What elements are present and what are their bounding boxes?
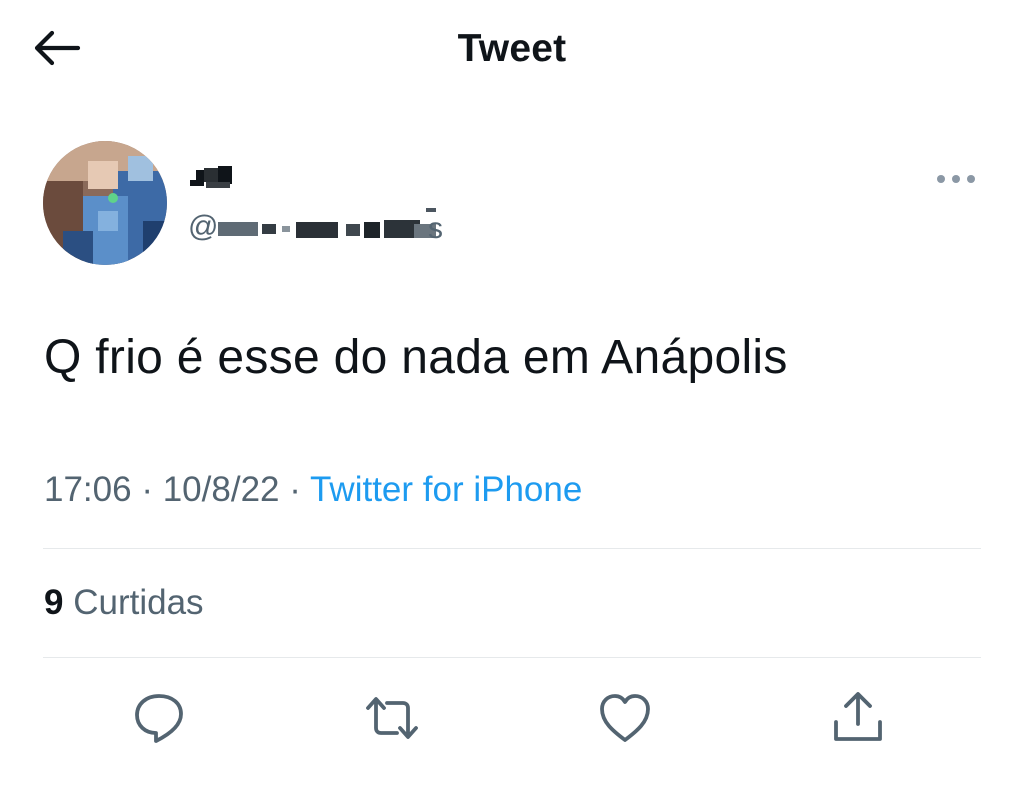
user-handle[interactable]: @ s: [188, 206, 488, 246]
top-bar: Tweet: [0, 0, 1024, 100]
more-horizontal-icon: [937, 175, 975, 183]
likes-count: 9: [44, 583, 64, 622]
share-button[interactable]: [830, 690, 886, 746]
redacted-name-mark: [190, 166, 232, 188]
tweet-text: Q frio é esse do nada em Anápolis: [44, 331, 788, 384]
retweet-button[interactable]: [364, 690, 420, 746]
handle-prefix: @: [188, 210, 219, 243]
likes-stat[interactable]: 9 Curtidas: [44, 583, 204, 623]
heart-icon: [600, 694, 650, 742]
likes-label: Curtidas: [73, 583, 204, 622]
tweet-date[interactable]: 10/8/22: [163, 470, 280, 509]
avatar[interactable]: [43, 141, 167, 265]
handle-suffix: s: [428, 212, 443, 245]
share-icon: [834, 692, 882, 741]
display-name[interactable]: [188, 158, 248, 194]
tweet-metadata: 17:06 · 10/8/22 · Twitter for iPhone: [44, 470, 582, 510]
more-options-button[interactable]: [932, 166, 980, 192]
avatar-image: [43, 141, 167, 265]
divider: [43, 657, 981, 658]
divider: [43, 548, 981, 549]
retweet-icon: [366, 697, 418, 739]
meta-separator: ·: [289, 470, 301, 509]
reply-button[interactable]: [131, 690, 187, 746]
meta-separator: ·: [141, 470, 153, 509]
tweet-time[interactable]: 17:06: [44, 470, 132, 509]
like-button[interactable]: [597, 690, 653, 746]
tweet-source-link[interactable]: Twitter for iPhone: [310, 470, 582, 509]
reply-icon: [135, 694, 183, 743]
page-title: Tweet: [457, 27, 567, 70]
